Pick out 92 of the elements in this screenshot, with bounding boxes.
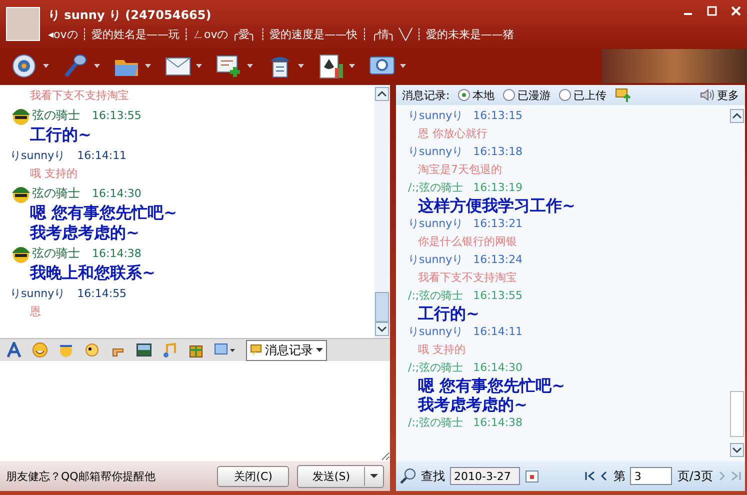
message-text: 我看下支不支持淘宝 (417, 270, 518, 286)
page-prefix: 第 (613, 468, 626, 484)
message-text: 嗯 您有事您先忙吧~ (417, 376, 566, 395)
calendar-icon[interactable] (525, 469, 539, 483)
message-time: 16:13:24 (473, 253, 523, 266)
message-time: 16:13:15 (473, 109, 523, 122)
upload-chat-icon[interactable] (614, 88, 631, 102)
caret-icon[interactable] (145, 64, 151, 68)
scrollbar[interactable] (374, 85, 390, 338)
more-link[interactable]: 更多 (717, 88, 739, 102)
sender-name: /:;弦の骑士 (408, 415, 464, 430)
message-text: 哦 支持的 (29, 166, 78, 182)
close-button[interactable]: 关闭(C) (217, 466, 290, 486)
message-text: 这样方便我学习工作~ (417, 196, 576, 215)
signature: ◂ovの ┊ 愛的姓名是——玩 ┊ ㄥovの ╭愛╮ ┊ 愛的速度是——快 ┊ ╭情╮ ╲╱ ┊ 愛的未来是——猪 (48, 26, 515, 42)
search-label[interactable]: 查找 (421, 468, 445, 484)
message-time: 16:13:21 (473, 217, 523, 230)
sender-name: 弦の骑士 (32, 184, 80, 202)
message-time: 16:14:38 (473, 416, 523, 429)
speaker-icon[interactable] (700, 88, 714, 102)
scrollbar-thumb[interactable] (730, 391, 744, 437)
sender-name: りsunnyり (10, 148, 66, 162)
message-text: 我晚上和您联系~ (28, 263, 156, 283)
message-text: 我考虑考虑的~ (416, 395, 528, 414)
mail-reminder-tip: 朋友健忘？QQ邮箱帮你提醒他 (6, 468, 156, 484)
caret-icon[interactable] (196, 64, 202, 68)
radio-button[interactable] (558, 89, 571, 101)
sender-name: りsunnyり (408, 108, 464, 123)
message-text: 哦 支持的 (417, 342, 466, 358)
message-text: 恩 (29, 304, 42, 320)
message-text: 工行的~ (29, 125, 92, 145)
sender-name: 弦の骑士 (32, 244, 80, 262)
caret-icon[interactable] (43, 64, 49, 68)
message-time: 16:14:55 (77, 286, 127, 300)
message-time: 16:14:11 (473, 325, 523, 338)
caret-icon[interactable] (94, 64, 100, 68)
message-time: 16:13:55 (473, 289, 523, 302)
message-time: 16:14:30 (92, 186, 142, 200)
message-text: 我看下支不支持淘宝 (29, 88, 130, 104)
history-label: 消息记录: (402, 88, 450, 102)
message-time: 16:14:38 (92, 246, 142, 260)
message-time: 16:14:30 (473, 361, 523, 374)
page-field[interactable]: 3 (630, 467, 672, 485)
message-text: 工行的~ (417, 304, 480, 323)
picture-icon[interactable] (136, 342, 152, 358)
sender-name: /:;弦の骑士 (408, 360, 464, 375)
sender-name: /:;弦の骑士 (408, 288, 464, 303)
contact-name: り sunny り (247054665) (48, 6, 212, 24)
chat-bubble-icon (250, 344, 262, 356)
maximize-icon[interactable] (707, 6, 717, 16)
message-text: 我考虑考虑的~ (28, 223, 140, 243)
radio-label[interactable]: 已漫游 (518, 88, 551, 102)
radio-button[interactable] (502, 89, 515, 101)
message-time: 16:13:55 (92, 108, 142, 122)
scroll-up-icon[interactable] (375, 87, 389, 101)
sender-name: 弦の骑士 (32, 106, 80, 124)
radio-label[interactable]: 已上传 (574, 88, 607, 102)
sender-name: りsunnyり (408, 252, 464, 267)
scroll-up-icon[interactable] (730, 109, 744, 123)
music-note-icon[interactable] (162, 342, 178, 358)
scroll-down-icon[interactable] (375, 322, 389, 336)
radio-label[interactable]: 本地 (472, 88, 495, 102)
scrollbar-thumb[interactable] (375, 292, 389, 322)
sender-name: りsunnyり (408, 216, 464, 231)
first-page-icon[interactable] (585, 471, 596, 481)
message-text: 你是什么银行的网银 (417, 234, 518, 250)
sender-name: /:;弦の骑士 (408, 180, 464, 195)
date-field[interactable]: 2010-3-27 (450, 467, 520, 485)
message-text: 嗯 您有事您先忙吧~ (29, 203, 178, 223)
caret-icon[interactable] (400, 64, 406, 68)
message-history-button[interactable]: 消息记录 (246, 340, 327, 360)
message-time: 16:13:19 (473, 181, 523, 194)
caret-icon (316, 348, 323, 352)
caret-icon[interactable] (298, 64, 304, 68)
message-text: 淘宝是7天包退的 (417, 162, 503, 178)
ad-photo-placeholder[interactable] (602, 48, 747, 82)
message-time: 16:13:18 (473, 145, 523, 158)
scroll-down-icon[interactable] (730, 443, 744, 457)
caret-icon[interactable] (349, 64, 355, 68)
radio-button[interactable] (458, 89, 470, 101)
font-icon[interactable] (6, 342, 22, 358)
previous-page-icon[interactable] (600, 471, 608, 481)
sender-name: りsunnyり (408, 144, 464, 159)
message-time: 16:14:11 (77, 148, 127, 162)
message-text: 恩 你放心就行 (417, 126, 488, 142)
page-count: 页/3页 (677, 468, 713, 484)
close-icon[interactable] (731, 6, 741, 16)
sender-name: りsunnyり (408, 324, 464, 339)
sender-name: りsunnyり (10, 286, 66, 300)
smiley-icon[interactable] (32, 342, 48, 358)
caret-icon[interactable] (247, 64, 253, 68)
search-icon[interactable] (400, 468, 416, 484)
